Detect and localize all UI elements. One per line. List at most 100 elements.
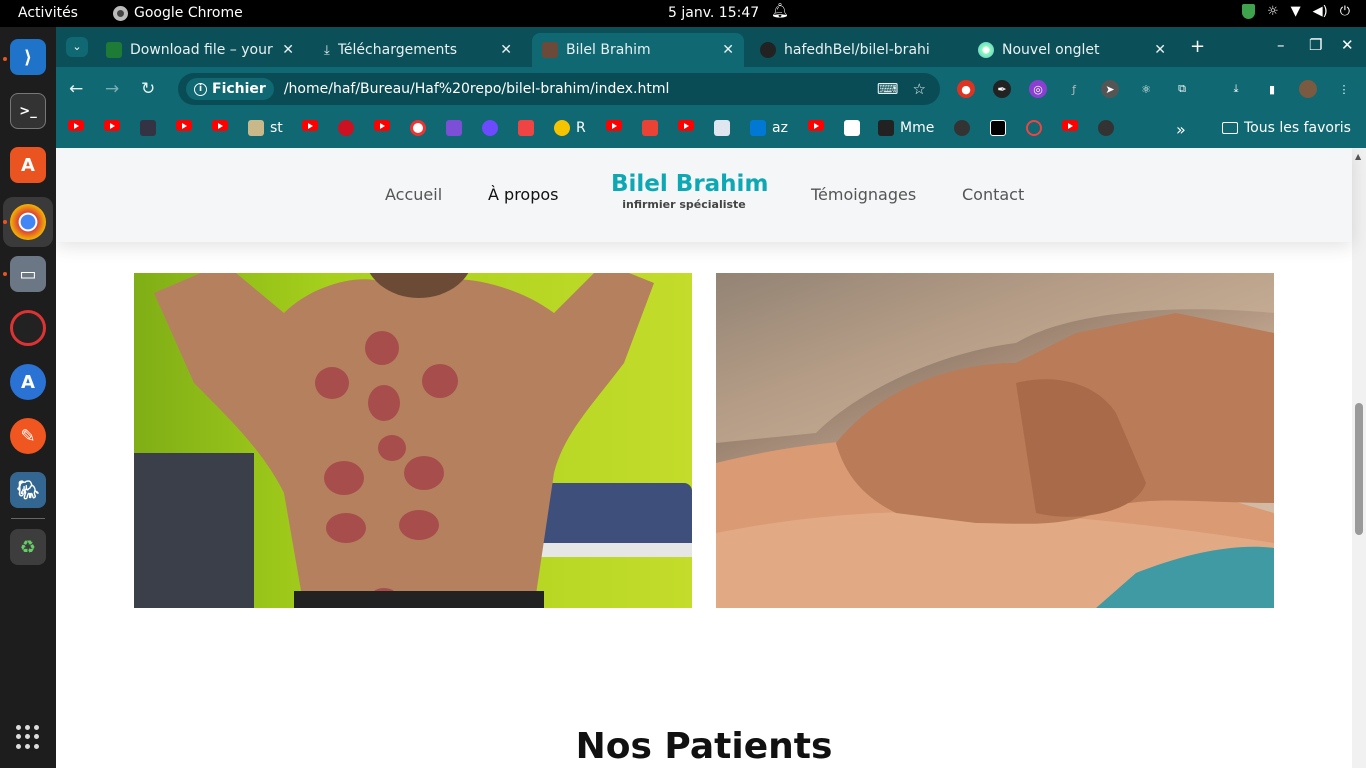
bookmark-youtube-4[interactable] <box>212 120 228 131</box>
tab-new-tab[interactable]: Nouvel onglet ✕ <box>968 33 1176 67</box>
postman-icon[interactable]: ✎ <box>10 418 46 454</box>
proton-icon <box>482 120 498 136</box>
bookmark-star-icon[interactable]: ☆ <box>913 80 926 98</box>
bookmark-st[interactable]: st <box>248 120 283 136</box>
brightness-icon[interactable]: ☼ <box>1267 4 1279 19</box>
extension-cursor-icon[interactable]: ➤ <box>1101 80 1119 98</box>
pgadmin-icon[interactable]: 🐘︎ <box>10 472 46 508</box>
back-icon[interactable]: ← <box>69 79 83 99</box>
address-bar[interactable]: i Fichier /home/haf/Bureau/Haf%20repo/bi… <box>178 73 940 105</box>
bookmark-az[interactable]: az <box>750 120 788 136</box>
close-icon[interactable]: ✕ <box>500 42 512 58</box>
extension-font-icon[interactable]: ƒ <box>1065 80 1083 98</box>
close-icon[interactable]: ✕ <box>722 42 734 58</box>
bookmark-gmail[interactable] <box>642 120 658 136</box>
tab-search-button[interactable]: ⌄ <box>66 37 88 57</box>
power-icon[interactable]: ⏻ <box>1340 4 1350 19</box>
wifi-icon[interactable]: ▼ <box>1291 4 1301 19</box>
bookmark-youtube-3[interactable] <box>176 120 192 131</box>
files-icon[interactable]: ▭ <box>10 256 46 292</box>
browser-toolbar: ← → ↻ i Fichier /home/haf/Bureau/Haf%20r… <box>56 67 1366 111</box>
chrome-dock-icon[interactable] <box>10 204 46 240</box>
bookmark-r[interactable]: R <box>554 120 586 136</box>
site-info-chip[interactable]: i Fichier <box>186 78 274 100</box>
bookmark-youtube-9[interactable] <box>808 120 824 131</box>
chrome-icon <box>113 5 128 21</box>
trash-icon[interactable]: ♻ <box>10 529 46 565</box>
updates-icon[interactable] <box>10 310 46 346</box>
bookmark-youtube-2[interactable] <box>104 120 120 131</box>
app-menu[interactable]: Google Chrome <box>113 5 243 21</box>
app-center-icon[interactable]: A <box>10 364 46 400</box>
tab-download-file[interactable]: Download file – your c ✕ <box>96 33 304 67</box>
bookmarks-overflow-button[interactable]: » <box>1176 120 1186 139</box>
page-scrollbar[interactable]: ▲ <box>1352 148 1366 768</box>
bookmark-red-logo[interactable] <box>338 120 354 136</box>
tab-bilel-brahim[interactable]: Bilel Brahim ✕ <box>532 33 744 67</box>
activities-button[interactable]: Activités <box>18 5 78 21</box>
bookmark-c[interactable] <box>410 120 426 136</box>
nav-home-link[interactable]: Accueil <box>385 185 442 204</box>
translate-icon[interactable]: ⌨ <box>877 80 899 98</box>
nav-about-link[interactable]: À propos <box>488 185 558 204</box>
nav-contact-link[interactable]: Contact <box>962 185 1024 204</box>
close-icon[interactable]: ✕ <box>282 42 294 58</box>
tab-downloads[interactable]: ⤓ Téléchargements ✕ <box>314 33 522 67</box>
site-logo[interactable]: Bilel Brahim infirmier spécialiste <box>611 171 768 211</box>
profile-avatar[interactable] <box>1299 80 1317 98</box>
scrollbar-thumb[interactable] <box>1355 403 1363 535</box>
bookmark-github-2[interactable] <box>1098 120 1114 136</box>
tab-title: Download file – your c <box>130 42 275 58</box>
extension-shield-icon[interactable]: ● <box>957 80 975 98</box>
bookmark-youtube-8[interactable] <box>678 120 694 131</box>
url-text[interactable]: /home/haf/Bureau/Haf%20repo/bilel-brahim… <box>284 81 877 97</box>
bookmark-avatar[interactable] <box>140 120 156 136</box>
bookmark-github-1[interactable] <box>954 120 970 136</box>
download-icon: ⤓ <box>324 42 330 58</box>
bookmark-youtube-10[interactable] <box>1062 120 1078 131</box>
reload-icon[interactable]: ↻ <box>141 79 155 99</box>
nav-testimonials-link[interactable]: Témoignages <box>811 185 916 204</box>
volume-icon[interactable]: ◀) <box>1313 4 1328 19</box>
shield-icon[interactable] <box>1241 4 1255 19</box>
close-window-icon[interactable]: ✕ <box>1341 36 1354 54</box>
bookmark-youtube-6[interactable] <box>374 120 390 131</box>
extension-pen-icon[interactable]: ✒ <box>993 80 1011 98</box>
bookmark-dev[interactable] <box>990 120 1006 136</box>
system-tray[interactable]: ☼ ▼ ◀) ⏻ <box>1241 4 1350 19</box>
bookmark-youtube-5[interactable] <box>302 120 318 131</box>
bookmark-mme[interactable]: Mme <box>878 120 934 136</box>
bookmark-youtube-1[interactable] <box>68 120 84 131</box>
minimize-icon[interactable]: – <box>1277 36 1285 54</box>
bookmark-c2[interactable] <box>844 120 860 136</box>
extension-react-icon[interactable]: ⚛ <box>1137 80 1155 98</box>
bookmark-proton[interactable] <box>482 120 498 136</box>
cupping-therapy-photo <box>134 273 692 608</box>
bookmark-youtube-7[interactable] <box>606 120 622 131</box>
extension-purple-icon[interactable]: ◎ <box>1029 80 1047 98</box>
show-apps-icon[interactable] <box>16 725 40 749</box>
software-center-icon[interactable]: A <box>10 147 46 183</box>
bookmark-doc[interactable] <box>714 120 730 136</box>
massage-therapy-photo <box>716 273 1274 608</box>
extensions-puzzle-icon[interactable]: ⧉ <box>1173 80 1191 98</box>
clock[interactable]: 5 janv. 15:47 <box>668 5 759 21</box>
close-icon[interactable]: ✕ <box>1154 42 1166 58</box>
scroll-up-icon[interactable]: ▲ <box>1355 152 1361 161</box>
github-icon <box>954 120 970 136</box>
bookmark-grid[interactable] <box>518 120 534 136</box>
bell-icon[interactable]: 🔔︎ <box>771 3 789 19</box>
bookmark-label: R <box>576 120 586 136</box>
tab-github-repo[interactable]: hafedhBel/bilel-brahi <box>750 33 958 67</box>
menu-kebab-icon[interactable]: ⋮ <box>1335 80 1353 98</box>
new-tab-button[interactable]: + <box>1190 36 1205 57</box>
bookmark-mail[interactable] <box>446 120 462 136</box>
maximize-icon[interactable]: ❐ <box>1309 36 1322 54</box>
terminal-icon[interactable]: >_ <box>10 93 46 129</box>
side-panel-icon[interactable]: ▮ <box>1263 80 1281 98</box>
downloads-icon[interactable]: ⤓ <box>1227 80 1245 98</box>
vscode-icon[interactable]: ⟩ <box>10 39 46 75</box>
forward-icon[interactable]: → <box>105 79 119 99</box>
all-bookmarks-button[interactable]: Tous les favoris <box>1222 120 1351 136</box>
bookmark-red-circle[interactable] <box>1026 120 1042 136</box>
